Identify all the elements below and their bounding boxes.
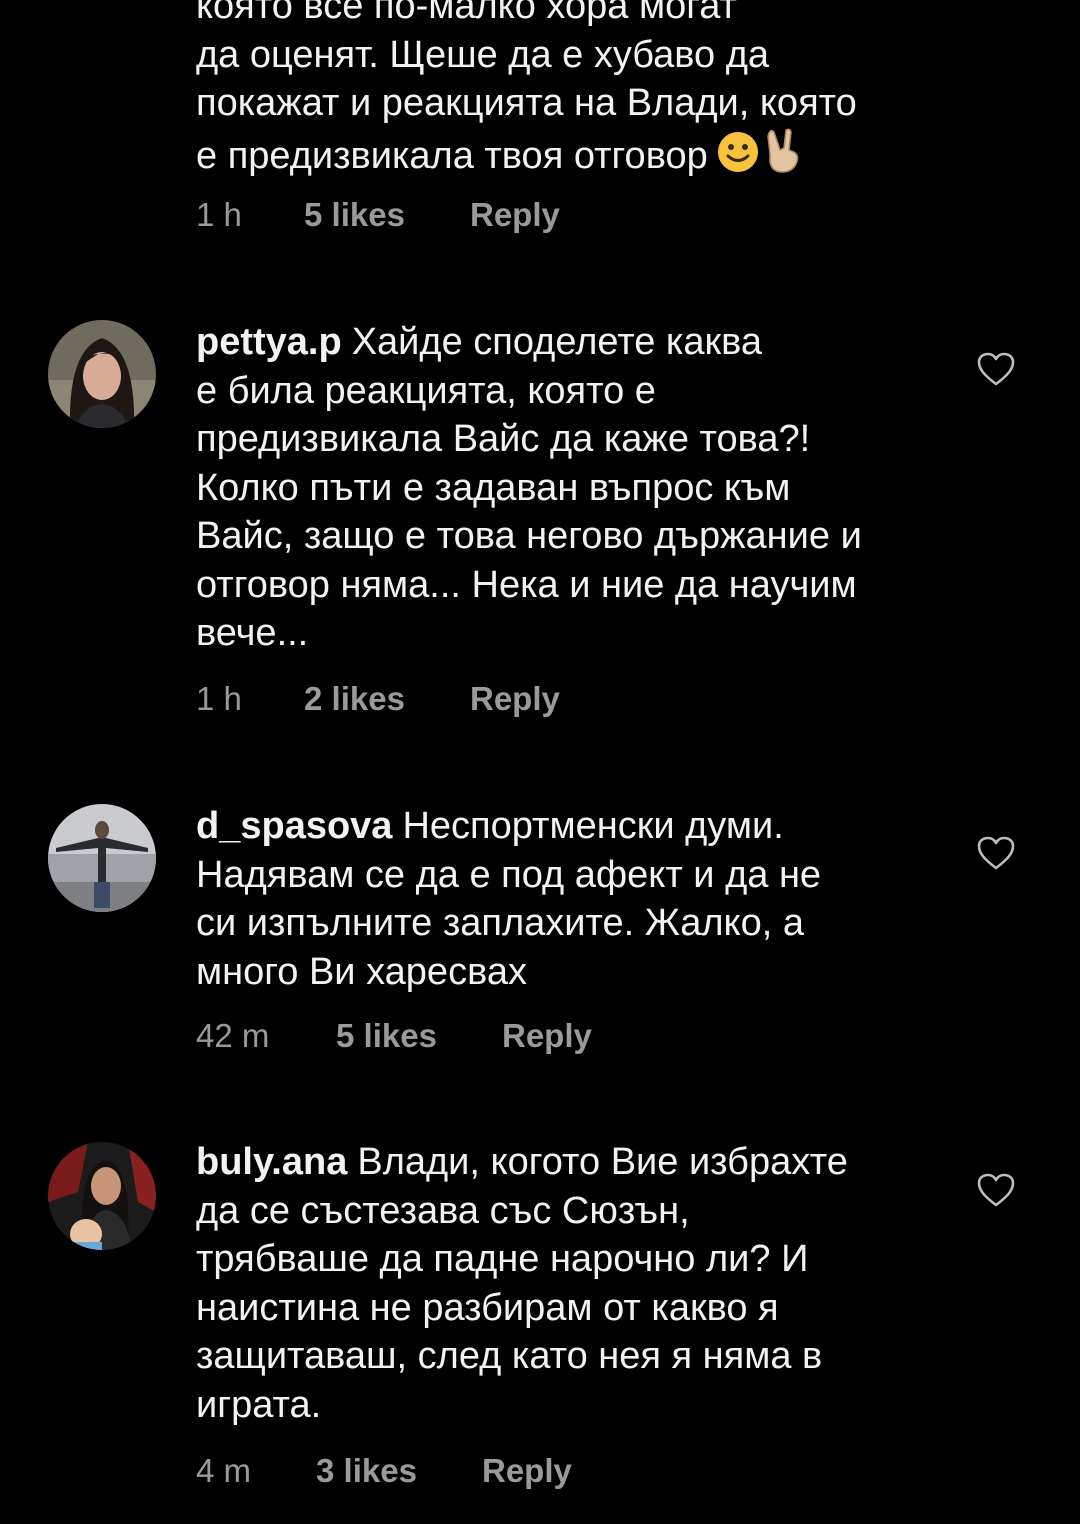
comment-line: Хайде споделете каква (351, 321, 763, 363)
comment-line: Колко пъти е задаван въпрос към (196, 466, 791, 509)
likes-count[interactable]: 2 likes (304, 679, 405, 719)
comment-time: 1 h (196, 680, 242, 717)
comment-line: е била реакцията, която е (196, 369, 656, 412)
avatar[interactable] (48, 804, 156, 912)
comment-time: 4 m (196, 1452, 252, 1489)
likes-count[interactable]: 5 likes (336, 1016, 437, 1056)
comment-line: играта. (196, 1383, 322, 1426)
comment-time: 42 m (196, 1017, 270, 1054)
comment-line: си изпълните заплахите. Жалко, а (196, 902, 804, 944)
reply-button[interactable]: Reply (502, 1016, 592, 1056)
comment-text: pettya.p Хайде споделете каква е била реа… (196, 318, 956, 658)
comment-text: която все по-малко хора могат да оценят.… (196, 0, 956, 186)
comment-line: предизвикала Вайс да каже това?! (196, 418, 811, 460)
comment-line: отговор няма... Нека и ние да научим (196, 563, 857, 606)
likes-count[interactable]: 3 likes (316, 1451, 417, 1491)
comment-line: е предизвикала твоя отговор (196, 134, 708, 177)
comment-line: вече... (196, 612, 309, 654)
reply-button[interactable]: Reply (470, 195, 560, 235)
comment-username[interactable]: pettya.p (196, 321, 342, 363)
comment-body: buly.ana Влади, когото Вие избрахте да се… (196, 1138, 956, 1429)
comment-text: d_spasova Неспортменски думи. Надявам се … (196, 802, 956, 996)
comment-body: d_spasova Неспортменски думи. Надявам се … (196, 802, 956, 996)
comment-line: защитаваш, след като нея я няма в (196, 1335, 823, 1377)
avatar[interactable] (48, 320, 156, 428)
comment-line: наистина не разбирам от какво я (196, 1286, 779, 1329)
comment-line: много Ви харесвах (196, 950, 527, 993)
victory-hand-icon (764, 128, 804, 187)
reply-button[interactable]: Reply (470, 679, 560, 719)
comment-username[interactable]: buly.ana (196, 1141, 347, 1183)
comment-body: която все по-малко хора могат да оценят.… (196, 0, 956, 186)
comment-line: която все по-малко хора могат (196, 0, 737, 27)
heart-outline-icon[interactable] (976, 1172, 1016, 1208)
avatar[interactable] (48, 1142, 156, 1250)
comment-line: Вайс, защо е това негово държание и (196, 515, 862, 557)
comment-text: buly.ana Влади, когото Вие избрахте да се… (196, 1138, 956, 1429)
likes-count[interactable]: 5 likes (304, 195, 405, 235)
slightly-smiling-face-icon (716, 130, 760, 187)
comment-line: Неспортменски думи. (402, 805, 784, 847)
comment-line: да се състезава със Сюзън, (196, 1189, 690, 1232)
comment-time: 1 h (196, 196, 242, 233)
comment-line: Влади, когото Вие избрахте (357, 1141, 848, 1183)
comment-line: покажат и реакцията на Влади, която (196, 82, 857, 124)
comment-line: трябваше да падне нарочно ли? И (196, 1238, 809, 1280)
heart-outline-icon[interactable] (976, 835, 1016, 871)
comment-line: Надявам се да е под афект и да не (196, 853, 822, 896)
comment-username[interactable]: d_spasova (196, 805, 392, 847)
reply-button[interactable]: Reply (482, 1451, 572, 1491)
heart-outline-icon[interactable] (976, 351, 1016, 387)
comment-line: да оценят. Щеше да е хубаво да (196, 33, 770, 76)
comment-body: pettya.p Хайде споделете каква е била реа… (196, 318, 956, 658)
